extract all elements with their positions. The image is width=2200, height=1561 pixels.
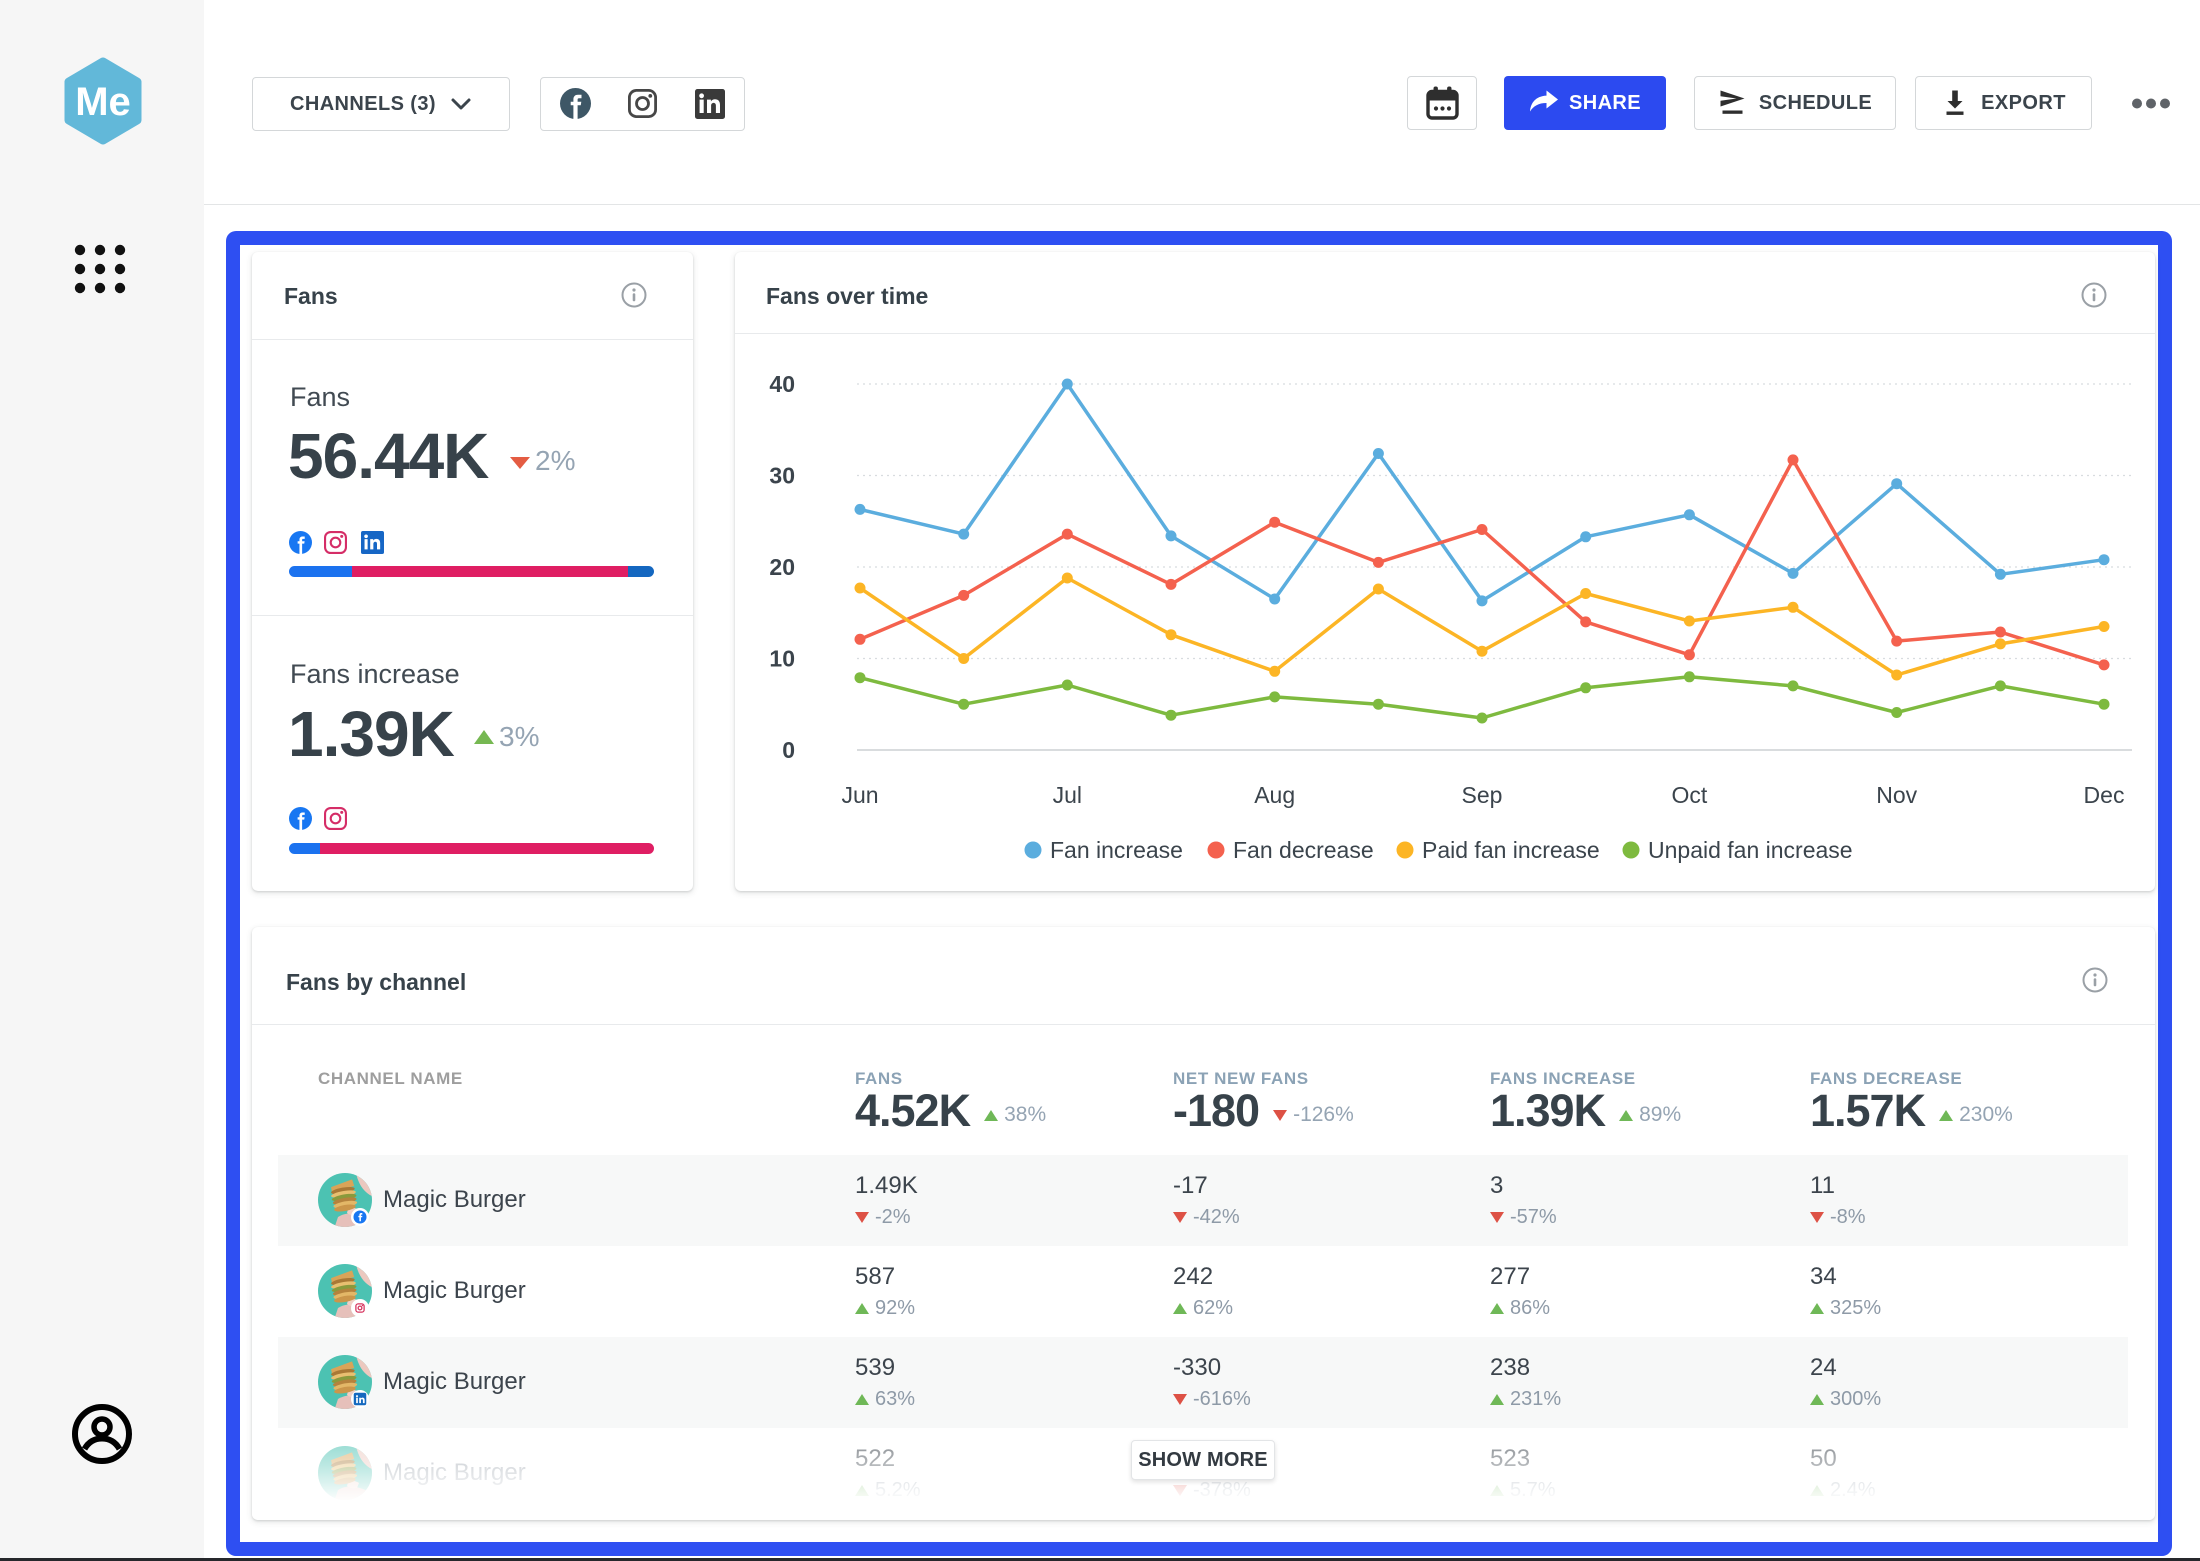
svg-text:Paid fan increase: Paid fan increase xyxy=(1422,837,1600,863)
svg-text:Fan increase: Fan increase xyxy=(1050,837,1183,863)
svg-text:Dec: Dec xyxy=(2084,782,2125,808)
svg-text:Me: Me xyxy=(75,80,131,124)
svg-text:Unpaid fan increase: Unpaid fan increase xyxy=(1648,837,1853,863)
svg-text:10: 10 xyxy=(769,646,795,672)
svg-text:Fan decrease: Fan decrease xyxy=(1233,837,1374,863)
svg-text:Nov: Nov xyxy=(1876,782,1917,808)
svg-text:Aug: Aug xyxy=(1254,782,1295,808)
svg-text:40: 40 xyxy=(769,371,795,397)
svg-text:Jun: Jun xyxy=(841,782,878,808)
svg-text:20: 20 xyxy=(769,554,795,580)
svg-text:Jul: Jul xyxy=(1053,782,1082,808)
svg-text:0: 0 xyxy=(782,737,795,763)
svg-text:Sep: Sep xyxy=(1462,782,1503,808)
svg-text:30: 30 xyxy=(769,463,795,489)
svg-text:Oct: Oct xyxy=(1672,782,1708,808)
